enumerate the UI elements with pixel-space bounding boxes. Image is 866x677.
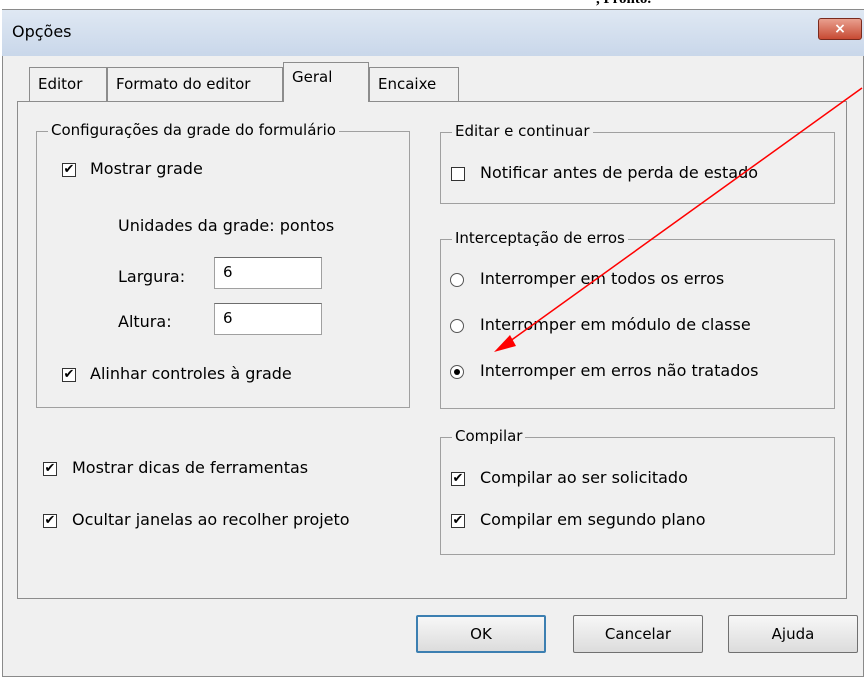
annotation-arrow bbox=[494, 87, 863, 352]
